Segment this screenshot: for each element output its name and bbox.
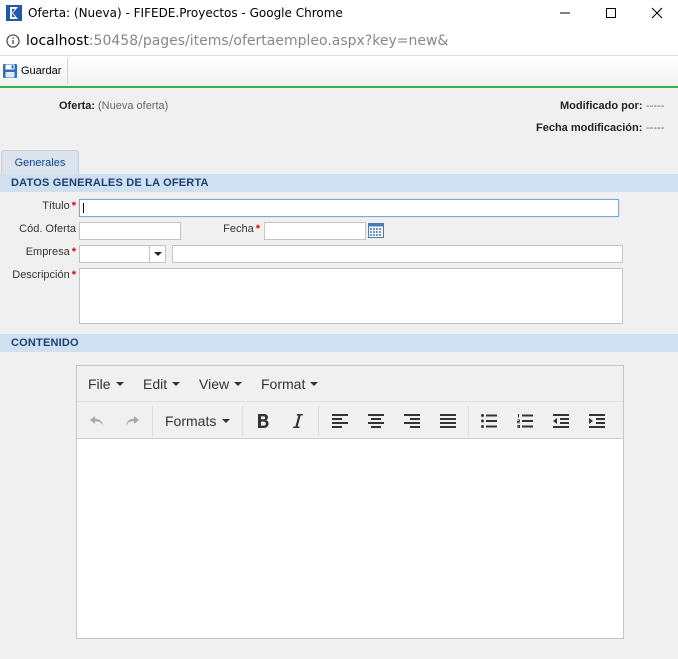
- editor-content-area[interactable]: [77, 439, 623, 638]
- oferta-value: (Nueva oferta): [98, 100, 169, 112]
- menu-file[interactable]: File: [88, 376, 124, 392]
- minimize-button[interactable]: [542, 0, 588, 26]
- maximize-icon: [606, 8, 616, 18]
- required-mark: *: [71, 200, 76, 212]
- fecha-label-text: Fecha: [223, 223, 254, 235]
- indent-icon: [589, 414, 605, 428]
- align-left-button[interactable]: [326, 408, 354, 434]
- indent-button[interactable]: [583, 408, 611, 434]
- align-center-icon: [368, 414, 384, 428]
- oferta-label: Oferta:: [59, 100, 96, 112]
- section-contenido: CONTENIDO: [0, 334, 678, 352]
- calendar-icon[interactable]: [368, 223, 384, 238]
- descripcion-label-text: Descripción: [12, 269, 70, 281]
- fecha-label: Fecha *: [200, 223, 260, 235]
- bold-button[interactable]: [249, 408, 277, 434]
- required-mark: *: [255, 223, 260, 235]
- section-datos-generales: DATOS GENERALES DE LA OFERTA: [0, 174, 678, 192]
- redo-button[interactable]: [118, 408, 146, 434]
- menu-file-label: File: [88, 376, 111, 392]
- window-titlebar: Oferta: (Nueva) - FIFEDE.Proyectos - Goo…: [0, 0, 678, 26]
- align-right-icon: [404, 414, 420, 428]
- titulo-label: Título *: [10, 200, 76, 212]
- required-mark: *: [71, 246, 76, 258]
- modificado-value: -----: [646, 100, 665, 112]
- toolbar-separator: [152, 406, 153, 436]
- align-left-icon: [332, 414, 348, 428]
- descripcion-textarea[interactable]: [79, 268, 623, 324]
- modificado-label: Modificado por:: [560, 100, 643, 112]
- undo-button[interactable]: [83, 408, 111, 434]
- caret-down-icon: [172, 382, 181, 386]
- url-text[interactable]: localhost:50458/pages/items/ofertaempleo…: [26, 33, 448, 49]
- align-center-button[interactable]: [362, 408, 390, 434]
- toolbar-separator: [242, 406, 243, 436]
- outdent-button[interactable]: [547, 408, 575, 434]
- toolbar-separator: [468, 406, 469, 436]
- toolbar-separator: [318, 406, 319, 436]
- tab-generales[interactable]: Generales: [1, 150, 79, 174]
- italic-icon: [293, 414, 303, 428]
- cod-oferta-input[interactable]: [79, 222, 181, 240]
- menu-format-label: Format: [261, 376, 306, 392]
- minimize-icon: [560, 12, 570, 14]
- app-logo-icon: [6, 5, 22, 21]
- menu-format[interactable]: Format: [261, 376, 319, 392]
- page-toolbar: Guardar: [0, 56, 678, 88]
- caret-down-icon: [222, 419, 231, 423]
- align-justify-button[interactable]: [434, 408, 462, 434]
- redo-icon: [126, 416, 139, 426]
- caret-down-icon: [310, 382, 319, 386]
- menu-edit[interactable]: Edit: [143, 376, 181, 392]
- empresa-label: Empresa *: [10, 246, 76, 258]
- empresa-name-input[interactable]: [172, 245, 623, 263]
- descripcion-label: Descripción *: [4, 269, 76, 281]
- numbered-list-icon: [517, 414, 533, 428]
- menu-view-label: View: [199, 376, 230, 392]
- window-title: Oferta: (Nueva) - FIFEDE.Proyectos - Goo…: [28, 6, 343, 20]
- fecha-modificacion-value: -----: [646, 122, 665, 134]
- url-path: :50458/pages/items/ofertaempleo.aspx?key…: [88, 32, 449, 49]
- close-icon: [651, 7, 663, 19]
- floppy-disk-icon: [3, 64, 17, 78]
- formats-label: Formats: [165, 413, 217, 429]
- bold-icon: [258, 414, 269, 428]
- empresa-label-text: Empresa: [25, 246, 70, 258]
- maximize-button[interactable]: [588, 0, 634, 26]
- fecha-modificacion-label: Fecha modificación:: [536, 122, 643, 134]
- menu-view[interactable]: View: [199, 376, 243, 392]
- text-caret: [83, 203, 84, 213]
- titulo-label-text: Título: [42, 200, 70, 212]
- caret-down-icon: [234, 382, 243, 386]
- empresa-combo-input[interactable]: [79, 245, 150, 263]
- save-button[interactable]: Guardar: [0, 58, 69, 84]
- formats-dropdown[interactable]: Formats: [165, 408, 231, 434]
- info-icon[interactable]: [6, 33, 20, 48]
- titulo-input[interactable]: [79, 199, 619, 217]
- required-mark: *: [71, 269, 76, 281]
- align-right-button[interactable]: [398, 408, 426, 434]
- url-host: localhost: [26, 32, 89, 49]
- empresa-dropdown-button[interactable]: [149, 245, 166, 263]
- cod-oferta-label: Cód. Oferta: [19, 223, 76, 235]
- chevron-down-icon: [153, 252, 162, 256]
- outdent-icon: [553, 414, 569, 428]
- bullet-list-icon: [481, 414, 497, 428]
- rich-text-editor: File Edit View Format Formats: [76, 365, 624, 639]
- save-button-label: Guardar: [21, 65, 62, 77]
- editor-menubar: File Edit View Format: [77, 366, 623, 402]
- caret-down-icon: [115, 382, 124, 386]
- align-justify-icon: [440, 414, 456, 428]
- address-bar[interactable]: localhost:50458/pages/items/ofertaempleo…: [0, 26, 678, 56]
- menu-edit-label: Edit: [143, 376, 168, 392]
- fecha-input[interactable]: [264, 222, 366, 240]
- close-button[interactable]: [634, 0, 678, 26]
- italic-button[interactable]: [284, 408, 312, 434]
- bullet-list-button[interactable]: [475, 408, 503, 434]
- undo-icon: [90, 416, 103, 426]
- editor-toolbar: Formats: [77, 402, 623, 439]
- numbered-list-button[interactable]: [511, 408, 539, 434]
